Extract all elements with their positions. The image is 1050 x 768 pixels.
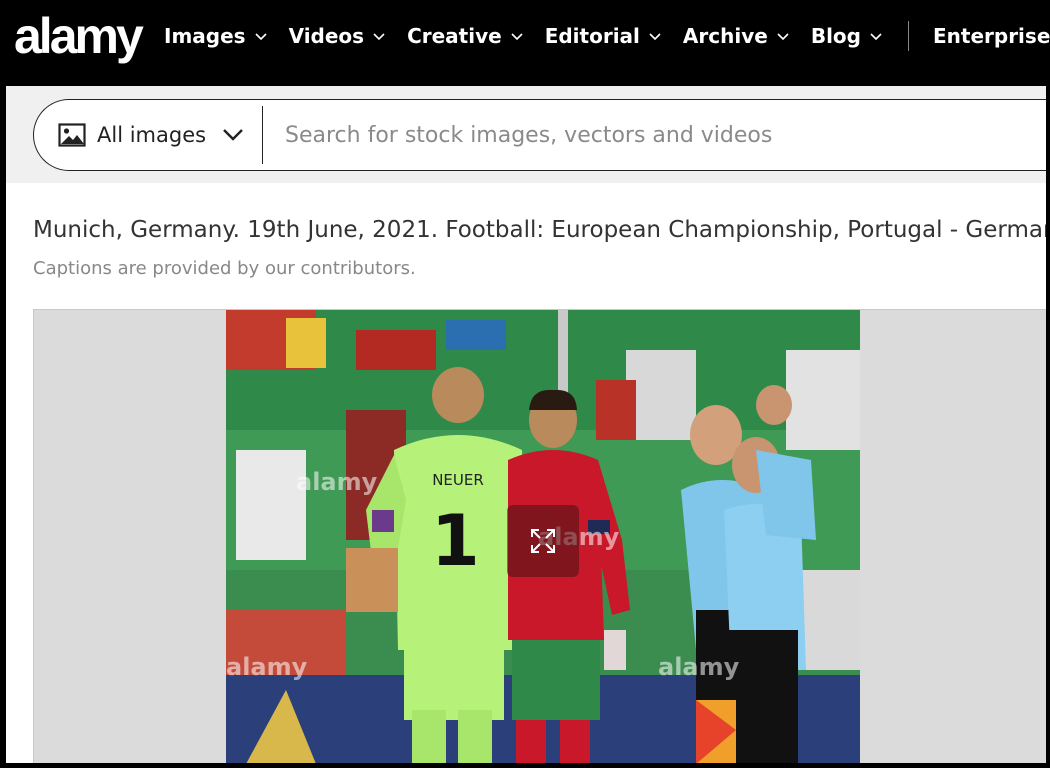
window-frame-bottom	[0, 763, 1050, 768]
nav-label: Videos	[288, 24, 365, 48]
watermark-text: alamy	[296, 468, 378, 496]
nav-item-images[interactable]: Images	[164, 24, 267, 48]
chevron-down-icon	[777, 33, 789, 41]
nav-label: Editorial	[544, 24, 640, 48]
nav-item-creative[interactable]: Creative	[407, 24, 523, 48]
expand-icon	[531, 529, 555, 553]
search-divider	[262, 106, 263, 164]
main-photo[interactable]: NEUER 1 alamy alamy alamy	[226, 310, 860, 763]
nav-item-editorial[interactable]: Editorial	[545, 24, 661, 48]
chevron-down-icon	[870, 33, 882, 41]
watermark-text: alamy	[226, 653, 308, 681]
search-type-dropdown[interactable]: All images	[58, 100, 244, 170]
chevron-down-icon	[373, 33, 385, 41]
nav-item-enterprise[interactable]: Enterprise	[933, 24, 1050, 48]
main-nav: Images Videos Creative Editorial Archive…	[164, 0, 1050, 72]
jersey-name: NEUER	[432, 471, 484, 489]
nav-label: Images	[164, 24, 246, 48]
nav-item-videos[interactable]: Videos	[289, 24, 386, 48]
nav-divider	[907, 21, 909, 51]
jersey-number: 1	[431, 500, 480, 582]
chevron-down-icon	[649, 33, 661, 41]
top-navigation-bar: alamy Images Videos Creative Editorial A…	[0, 0, 1050, 86]
content-panel: All images Munich, Germany. 19th June, 2…	[6, 86, 1046, 763]
nav-item-archive[interactable]: Archive	[683, 24, 789, 48]
expand-image-button[interactable]	[507, 505, 579, 577]
nav-label: Archive	[682, 24, 768, 48]
window-frame-right	[1046, 86, 1050, 768]
window-frame-left	[0, 86, 6, 768]
search-type-label: All images	[97, 123, 207, 147]
image-viewer: NEUER 1 alamy alamy alamy	[33, 309, 1046, 763]
alamy-logo[interactable]: alamy	[14, 6, 144, 66]
search-input[interactable]	[285, 116, 1045, 154]
chevron-down-icon	[254, 33, 267, 41]
caption-note: Captions are provided by our contributor…	[33, 258, 416, 279]
nav-label: Enterprise	[932, 24, 1050, 48]
watermark-text: alamy	[658, 653, 740, 681]
nav-label: Blog	[810, 24, 861, 48]
search-strip: All images	[6, 86, 1046, 183]
chevron-down-icon	[223, 129, 243, 141]
chevron-down-icon	[511, 33, 523, 41]
image-caption: Munich, Germany. 19th June, 2021. Footba…	[33, 217, 1046, 243]
search-bar: All images	[33, 99, 1046, 171]
nav-label: Creative	[407, 24, 502, 48]
nav-item-blog[interactable]: Blog	[811, 24, 882, 48]
image-icon	[58, 123, 86, 147]
